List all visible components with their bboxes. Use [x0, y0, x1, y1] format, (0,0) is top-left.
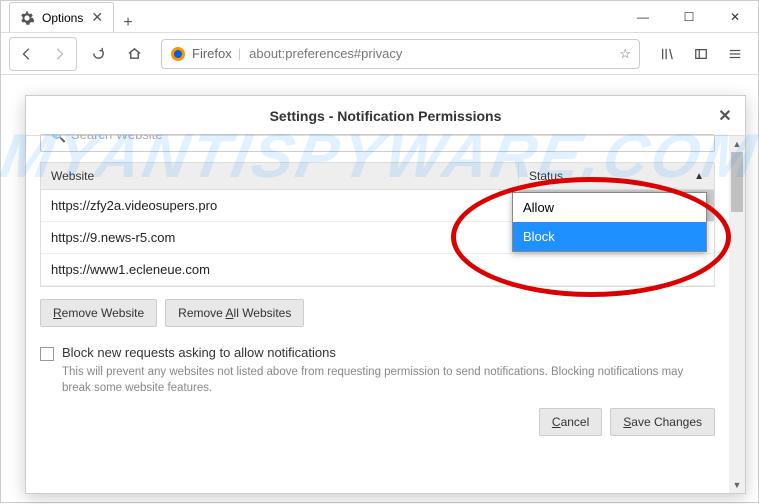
- firefox-icon: [170, 46, 186, 62]
- reload-button[interactable]: [83, 40, 113, 68]
- block-new-requests-checkbox[interactable]: [40, 347, 54, 361]
- column-header-website[interactable]: Website: [41, 163, 519, 189]
- save-changes-button[interactable]: Save Changes: [610, 408, 715, 436]
- cancel-button[interactable]: Cancel: [539, 408, 602, 436]
- website-cell: https://9.news-r5.com: [41, 222, 519, 253]
- window-titlebar: Options ✕ + — ☐ ✕: [1, 1, 758, 33]
- url-text: about:preferences#privacy: [249, 46, 611, 61]
- address-bar[interactable]: Firefox | about:preferences#privacy ☆: [161, 39, 640, 69]
- content-area: Settings - Notification Permissions ✕ 🔍 …: [1, 75, 758, 504]
- minimize-button[interactable]: —: [620, 1, 666, 32]
- block-new-requests-row: Block new requests asking to allow notif…: [40, 345, 715, 396]
- scroll-thumb[interactable]: [731, 152, 743, 212]
- table-row[interactable]: https://www1.ecleneue.com: [41, 254, 714, 286]
- search-icon: 🔍: [51, 134, 66, 143]
- dropdown-option-block[interactable]: Block: [513, 222, 706, 251]
- checkbox-description: This will prevent any websites not liste…: [62, 364, 715, 396]
- back-button[interactable]: [12, 40, 42, 68]
- gear-icon: [20, 11, 34, 25]
- maximize-button[interactable]: ☐: [666, 1, 712, 32]
- window-close-button[interactable]: ✕: [712, 1, 758, 32]
- tab-strip: Options ✕ +: [1, 1, 620, 32]
- bookmark-star-icon[interactable]: ☆: [619, 46, 631, 62]
- website-cell: https://www1.ecleneue.com: [41, 254, 519, 285]
- dialog-title: Settings - Notification Permissions: [270, 108, 502, 124]
- remove-all-websites-button[interactable]: Remove All Websites: [165, 299, 304, 327]
- sidebar-icon[interactable]: [686, 40, 716, 68]
- website-cell: https://zfy2a.videosupers.pro: [41, 190, 519, 221]
- dropdown-option-allow[interactable]: Allow: [513, 193, 706, 222]
- site-identity[interactable]: Firefox |: [170, 46, 241, 62]
- column-header-status[interactable]: Status ▲: [519, 163, 714, 189]
- dialog-footer-buttons: Cancel Save Changes: [40, 408, 715, 436]
- browser-tab[interactable]: Options ✕: [9, 2, 114, 32]
- table-header-row: Website Status ▲: [41, 163, 714, 190]
- browser-toolbar: Firefox | about:preferences#privacy ☆: [1, 33, 758, 75]
- notification-permissions-dialog: Settings - Notification Permissions ✕ 🔍 …: [25, 95, 746, 494]
- window-controls: — ☐ ✕: [620, 1, 758, 32]
- permissions-table: Website Status ▲ https://zfy2a.videosupe…: [40, 162, 715, 287]
- search-placeholder: Search Website: [71, 134, 163, 142]
- tab-close-icon[interactable]: ✕: [91, 9, 103, 26]
- dialog-close-button[interactable]: ✕: [715, 106, 735, 126]
- scroll-up-icon[interactable]: ▲: [729, 136, 745, 152]
- search-website-input[interactable]: 🔍 Search Website: [40, 134, 715, 152]
- checkbox-label: Block new requests asking to allow notif…: [62, 345, 715, 360]
- nav-buttons: [9, 37, 77, 71]
- home-button[interactable]: [119, 40, 149, 68]
- forward-button[interactable]: [44, 40, 74, 68]
- dialog-header: Settings - Notification Permissions ✕: [26, 96, 745, 136]
- sort-caret-icon: ▲: [694, 171, 704, 182]
- identity-label: Firefox: [192, 46, 232, 61]
- remove-website-button[interactable]: Remove Website: [40, 299, 157, 327]
- menu-icon[interactable]: [720, 40, 750, 68]
- status-dropdown[interactable]: [519, 254, 714, 285]
- scrollbar[interactable]: ▲ ▼: [729, 136, 745, 493]
- scroll-down-icon[interactable]: ▼: [729, 477, 745, 493]
- dialog-body: 🔍 Search Website Website Status ▲ https:…: [26, 136, 745, 493]
- status-dropdown-menu: Allow Block ↖: [512, 192, 707, 252]
- new-tab-button[interactable]: +: [114, 14, 142, 32]
- library-icon[interactable]: [652, 40, 682, 68]
- remove-buttons-row: Remove Website Remove All Websites: [40, 299, 715, 327]
- toolbar-right: [652, 40, 750, 68]
- tab-title: Options: [42, 11, 83, 25]
